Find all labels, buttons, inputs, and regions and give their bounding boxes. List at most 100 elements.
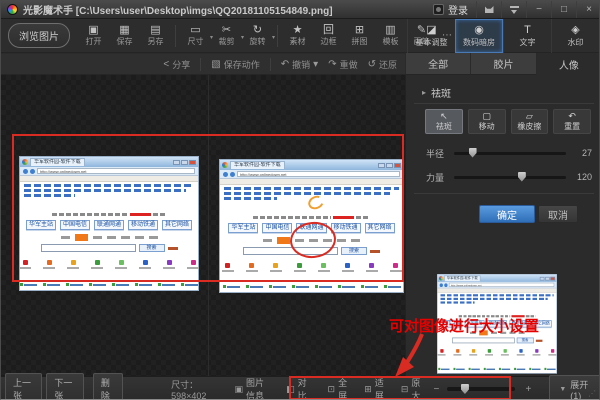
sticker-button[interactable]: ★ 素材 [282, 24, 313, 47]
resize-button[interactable]: ▭ 尺寸 ▾ [180, 24, 211, 47]
reset-button[interactable]: ↶ 重置 [553, 109, 591, 134]
share-icon: < [163, 59, 169, 70]
eraser-icon: ▱ [526, 112, 533, 121]
panel-tab-all[interactable]: 全部 [405, 53, 470, 75]
open-button[interactable]: ▣ 打开 [78, 24, 109, 47]
original-size-button[interactable]: ⊟ 原大 [401, 376, 424, 400]
undo-button[interactable]: ↶ 撤销 ▾ [281, 58, 318, 71]
line-button: 中国电信 [262, 223, 292, 233]
webpage-content: 华军主站 中国电信 联通网通 移动铁通 其它网络 搜索 [20, 182, 198, 290]
eraser-button[interactable]: ▱ 橡皮擦 [511, 109, 549, 134]
fullscreen-button[interactable]: ⊡ 全屏 [328, 376, 351, 400]
save-as-icon: ▤ [150, 24, 160, 35]
skin-button[interactable] [476, 1, 501, 18]
image-info-button[interactable]: ▣ 图片信息 [234, 376, 272, 400]
fit-screen-icon: ⊞ [364, 384, 372, 395]
page-search-input [41, 244, 136, 252]
main-menu-button[interactable] [501, 1, 526, 18]
browse-images-button[interactable]: 浏览图片 [8, 23, 70, 48]
compare-button[interactable]: ◧ 对比 [286, 376, 309, 400]
toolbar-separator [175, 25, 176, 47]
restore-icon: ↺ [368, 59, 376, 70]
panel-tab-portrait[interactable]: 人像 [536, 53, 600, 75]
prev-image-button[interactable]: 上一张 [5, 373, 42, 400]
save-icon: ▦ [119, 24, 129, 35]
template-icon: ▥ [385, 24, 395, 35]
image-size-label: 尺寸：598×402 [171, 378, 220, 400]
save-action-button[interactable]: ▧ 保存动作 [211, 58, 259, 71]
sticker-icon: ★ [293, 24, 303, 35]
move-button[interactable]: ▢ 移动 [468, 109, 506, 134]
browser-title-bar: 华军软件园-软件下载 [20, 157, 198, 167]
login-button[interactable]: 登录 [425, 1, 476, 18]
frame-icon: 回 [323, 24, 334, 35]
radius-slider[interactable] [454, 152, 566, 155]
maximize-button[interactable]: □ [551, 1, 576, 18]
zoom-in-button[interactable]: + [525, 384, 531, 395]
browser-tab: 华军软件园-软件下载 [30, 158, 85, 166]
next-image-button[interactable]: 下一张 [46, 373, 83, 400]
resize-grip[interactable]: ⋰ [588, 389, 597, 398]
resize-icon: ▭ [190, 24, 200, 35]
watermark-icon: ◈ [571, 25, 579, 36]
template-button[interactable]: ▥ 模板 [375, 24, 406, 47]
save-button[interactable]: ▦ 保存 [109, 24, 140, 47]
fit-screen-button[interactable]: ⊞ 适屏 [364, 376, 387, 400]
back-icon [23, 169, 28, 174]
blemish-tools: ↖ 祛斑 ▢ 移动 ▱ 橡皮擦 ↶ 重置 [425, 109, 591, 134]
tab-text[interactable]: T 文字 [503, 19, 551, 53]
share-button[interactable]: < 分享 [163, 58, 190, 71]
page-search-button: 搜索 [139, 244, 165, 252]
tab-basic-adjust[interactable]: ◪ 基本调整 [407, 19, 455, 53]
compare-icon: ◧ [286, 384, 295, 395]
dropdown-arrow-icon[interactable]: ▾ [272, 34, 275, 41]
dropdown-arrow-icon[interactable]: ▾ [313, 59, 318, 70]
browser-address-bar: http://www.onlinedown.net [220, 170, 403, 179]
strength-slider-thumb[interactable] [518, 172, 526, 182]
url-field: http://www.onlinedown.net [37, 168, 195, 174]
tutorial-arrow [391, 331, 431, 379]
minimize-button[interactable]: − [526, 1, 551, 18]
tab-watermark[interactable]: ◈ 水印 [551, 19, 599, 53]
strength-value: 120 [572, 172, 592, 182]
browser-logo-icon [222, 162, 228, 168]
radius-slider-thumb[interactable] [469, 148, 477, 158]
rotate-icon: ↻ [253, 24, 262, 35]
strength-slider[interactable] [454, 176, 566, 179]
crop-button[interactable]: ✂ 裁剪 ▾ [211, 24, 242, 47]
cancel-button[interactable]: 取消 [538, 205, 578, 223]
back-icon [223, 172, 228, 177]
darkroom-camera-icon: ◉ [474, 25, 484, 36]
browser-window-controls [378, 163, 401, 168]
user-avatar-icon [433, 4, 444, 15]
window-title: 光影魔术手 [C:\Users\user\Desktop\imgs\QQ2018… [23, 2, 333, 17]
browser-address-bar: http://www.onlinedown.net [20, 167, 198, 176]
frame-button[interactable]: 回 边框 [313, 24, 344, 47]
blemish-remove-button[interactable]: ↖ 祛斑 [425, 109, 463, 134]
toolbar-separator [277, 25, 278, 47]
browser-window-controls [173, 160, 196, 165]
line-button: 其它网络 [162, 220, 192, 230]
image-right-screenshot: 华军软件园-软件下载 http://www.onlinedown.net 华军主… [219, 159, 404, 293]
close-button[interactable]: × [576, 1, 600, 18]
panel-tab-film[interactable]: 胶片 [470, 53, 535, 75]
rotate-button[interactable]: ↻ 旋转 ▾ [242, 24, 273, 47]
ok-button[interactable]: 确定 [479, 205, 535, 223]
menu-icon [510, 6, 519, 13]
restore-button[interactable]: ↺ 还原 [368, 58, 397, 71]
blemish-section-header: ▸ 祛斑 [422, 85, 451, 100]
delete-image-button[interactable]: 删除 [93, 373, 123, 400]
tab-digital-darkroom[interactable]: ◉ 数码暗房 [455, 19, 503, 53]
save-action-icon: ▧ [211, 59, 220, 70]
undo-icon: ↶ [281, 59, 289, 70]
zoom-slider-thumb[interactable] [461, 384, 469, 394]
line-button: 华军主站 [26, 220, 56, 230]
zoom-slider[interactable] [447, 387, 515, 391]
collage-button[interactable]: ⊞ 拼图 [344, 24, 375, 47]
line-button: 中国电信 [60, 220, 90, 230]
crop-icon: ✂ [222, 24, 231, 35]
zoom-out-button[interactable]: − [433, 384, 439, 395]
save-as-button[interactable]: ▤ 另存 [140, 24, 171, 47]
redo-button[interactable]: ↷ 重做 [328, 58, 357, 71]
skin-icon [485, 6, 494, 13]
